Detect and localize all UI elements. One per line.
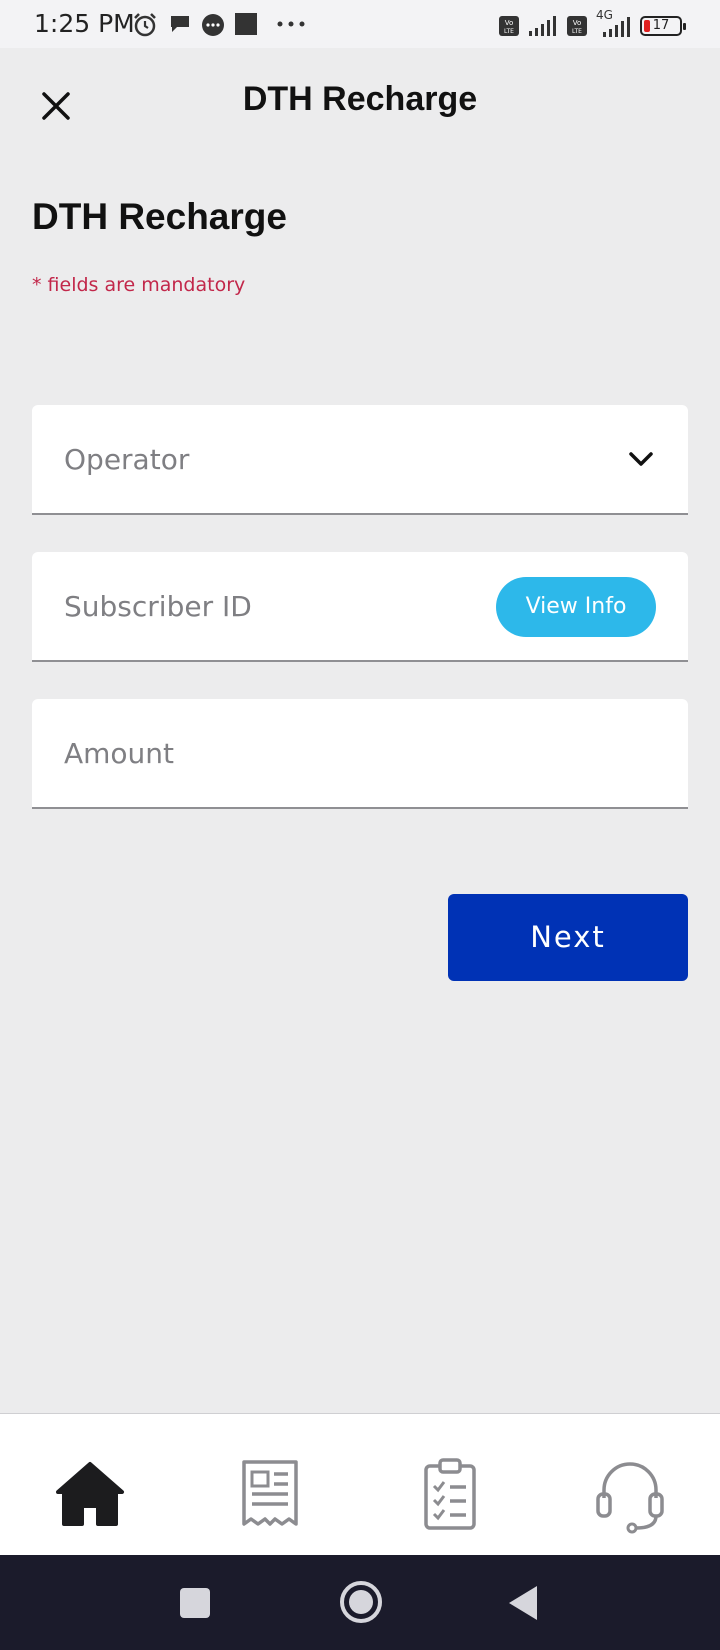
svg-text:LTE: LTE xyxy=(572,28,582,35)
nav-checklist[interactable] xyxy=(410,1454,490,1534)
system-navigation-bar xyxy=(0,1555,720,1650)
recent-apps-icon xyxy=(180,1588,210,1618)
receipt-icon xyxy=(242,1460,298,1526)
amount-field[interactable]: Amount xyxy=(32,699,688,809)
4g-signal-icon: 4G xyxy=(596,8,632,38)
page-title: DTH Recharge xyxy=(32,196,287,237)
nav-transactions[interactable] xyxy=(230,1454,310,1534)
battery-level: 17 xyxy=(652,18,670,33)
subscriber-id-placeholder: Subscriber ID xyxy=(64,590,252,623)
operator-placeholder: Operator xyxy=(64,443,190,476)
square-icon xyxy=(235,13,257,35)
header-title: DTH Recharge xyxy=(242,80,478,118)
back-system-button[interactable] xyxy=(505,1583,545,1623)
chevron-down-icon xyxy=(629,452,653,466)
more-dots-icon xyxy=(277,21,305,27)
volte-icon: Vo LTE xyxy=(499,16,519,36)
volte-icon: Vo LTE xyxy=(567,16,587,36)
svg-text:Vo: Vo xyxy=(505,19,514,27)
mandatory-note: * fields are mandatory xyxy=(32,274,246,296)
back-triangle-icon xyxy=(509,1586,537,1620)
operator-dropdown[interactable]: Operator xyxy=(32,405,688,515)
status-bar: 1:25 PM Vo LTE Vo LTE 4G 17 xyxy=(0,0,720,48)
next-button[interactable]: Next xyxy=(448,894,688,981)
battery-icon: 17 xyxy=(640,16,686,36)
chat-icon xyxy=(171,16,189,32)
clipboard-checklist-icon xyxy=(424,1458,476,1530)
amount-placeholder: Amount xyxy=(64,737,175,770)
alarm-icon xyxy=(134,13,156,37)
view-info-button[interactable]: View Info xyxy=(496,577,656,637)
nav-home[interactable] xyxy=(50,1454,130,1534)
home-circle-icon xyxy=(340,1581,382,1623)
svg-text:Vo: Vo xyxy=(573,19,582,27)
signal-icon xyxy=(529,16,556,36)
home-icon xyxy=(56,1462,124,1526)
message-icon xyxy=(202,14,224,36)
bottom-nav xyxy=(0,1413,720,1555)
nav-support[interactable] xyxy=(590,1454,670,1534)
home-system-button[interactable] xyxy=(338,1579,384,1625)
subscriber-id-field[interactable]: Subscriber ID View Info xyxy=(32,552,688,662)
svg-text:LTE: LTE xyxy=(504,28,514,35)
status-right-group: Vo LTE Vo LTE 4G 17 xyxy=(498,8,686,38)
recent-apps-button[interactable] xyxy=(175,1583,215,1623)
status-time: 1:25 PM xyxy=(34,9,135,38)
headset-support-icon xyxy=(596,1462,664,1534)
